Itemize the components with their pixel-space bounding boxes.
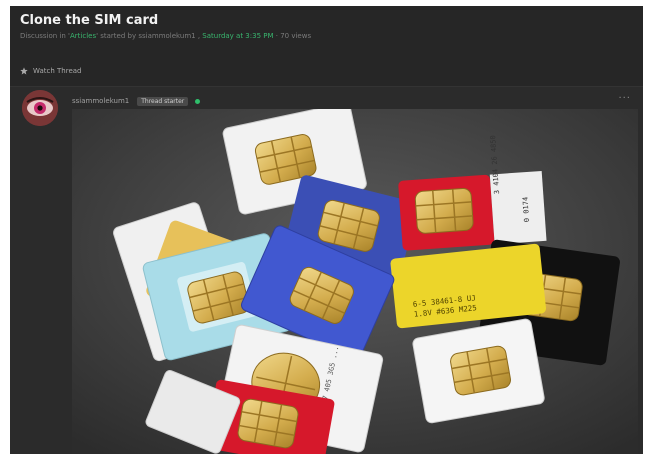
sim-cards-photo: 3 4104 26 4850 0 0174 6-5 38461-8 UJ 1.8… [72, 109, 638, 454]
watch-thread-label: Watch Thread [33, 67, 82, 75]
post-author[interactable]: ssiammolekum1 [72, 97, 129, 105]
meta-middle: ' started by [96, 32, 139, 40]
sim-cards-image: 3 4104 26 4850 0 0174 6-5 38461-8 UJ 1.8… [72, 109, 638, 454]
watch-thread-button[interactable]: Watch Thread [20, 65, 82, 77]
avatar[interactable] [22, 90, 58, 126]
author-link[interactable]: ssiammolekum1 [138, 32, 195, 40]
avatar-eye-image [22, 90, 58, 126]
meta-prefix: Discussion in ' [20, 32, 70, 40]
date-link[interactable]: Saturday at 3:35 PM [202, 32, 273, 40]
star-icon [20, 67, 28, 75]
thread-header: Clone the SIM card Discussion in 'Articl… [10, 6, 643, 54]
thread-starter-badge: Thread starter [137, 96, 189, 106]
page-title: Clone the SIM card [20, 13, 159, 28]
thread-meta: Discussion in 'Articles' started by ssia… [20, 32, 311, 40]
forum-link[interactable]: Articles [70, 32, 96, 40]
post: ssiammolekum1 Thread starter ··· 3 4104 … [10, 86, 643, 454]
forum-frame: Clone the SIM card Discussion in 'Articl… [10, 6, 643, 454]
post-author-line: ssiammolekum1 Thread starter [72, 96, 201, 106]
more-options-button[interactable]: ··· [618, 93, 631, 104]
view-count: · 70 views [273, 32, 312, 40]
online-status-dot [195, 98, 201, 104]
